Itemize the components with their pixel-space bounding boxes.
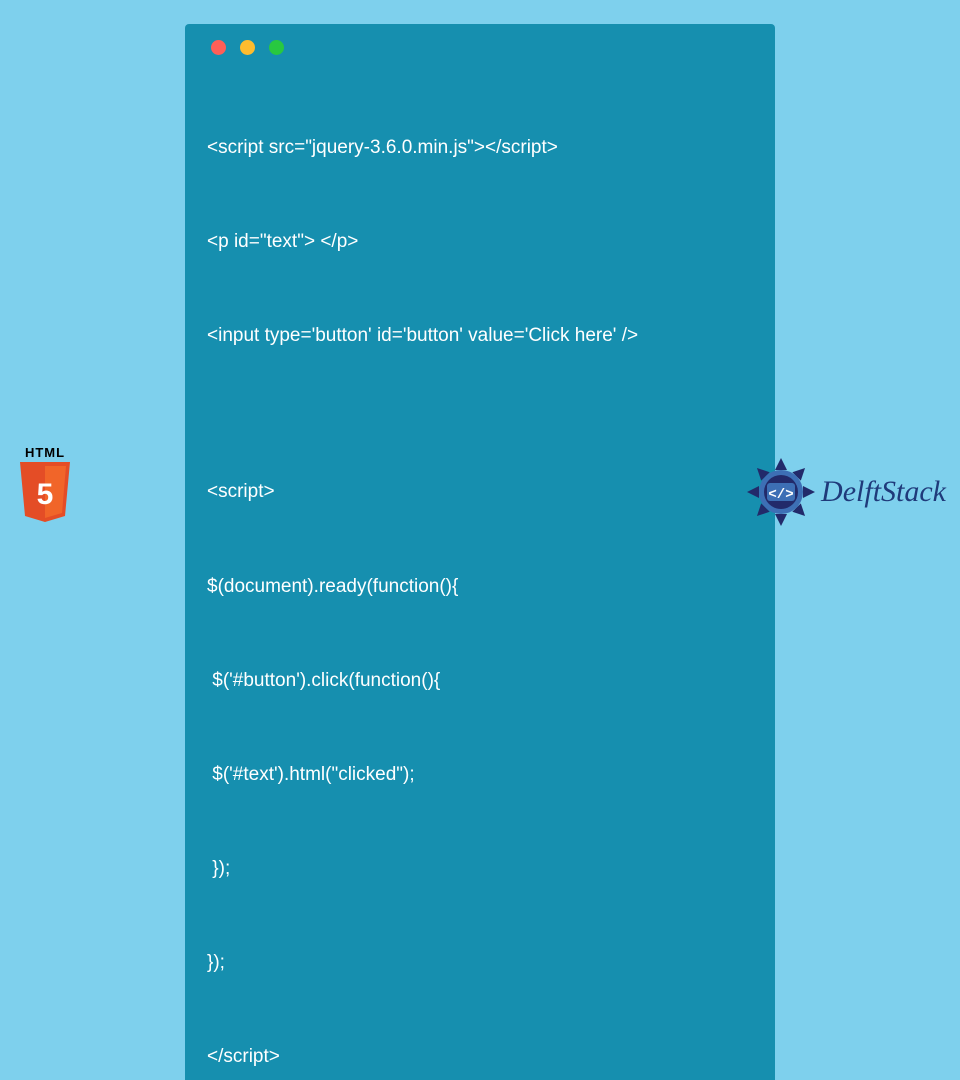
code-line: $(document).ready(function(){ [207, 571, 753, 602]
html5-label: HTML [12, 445, 78, 460]
svg-text:</>: </> [768, 487, 793, 503]
delftstack-badge-icon: </> [745, 456, 817, 528]
code-line: <p id="text"> </p> [207, 226, 753, 257]
code-line: $('#button').click(function(){ [207, 665, 753, 696]
close-icon [211, 40, 226, 55]
code-line: }); [207, 947, 753, 978]
code-body: <script src="jquery-3.6.0.min.js"></scri… [185, 63, 775, 1080]
html5-number: 5 [37, 478, 54, 511]
code-window: <script src="jquery-3.6.0.min.js"></scri… [185, 24, 775, 1080]
html5-shield-icon: 5 [17, 462, 73, 524]
minimize-icon [240, 40, 255, 55]
code-line: <input type='button' id='button' value='… [207, 320, 753, 351]
code-line: $('#text').html("clicked"); [207, 759, 753, 790]
code-line: }); [207, 853, 753, 884]
code-line: <script src="jquery-3.6.0.min.js"></scri… [207, 132, 753, 163]
window-traffic-lights [185, 24, 775, 63]
delftstack-logo: </> DelftStack [745, 456, 946, 528]
code-line: <script> [207, 476, 753, 507]
maximize-icon [269, 40, 284, 55]
html5-logo: HTML 5 [12, 445, 78, 524]
code-line: </script> [207, 1041, 753, 1072]
delftstack-brand-text: DelftStack [821, 475, 946, 509]
